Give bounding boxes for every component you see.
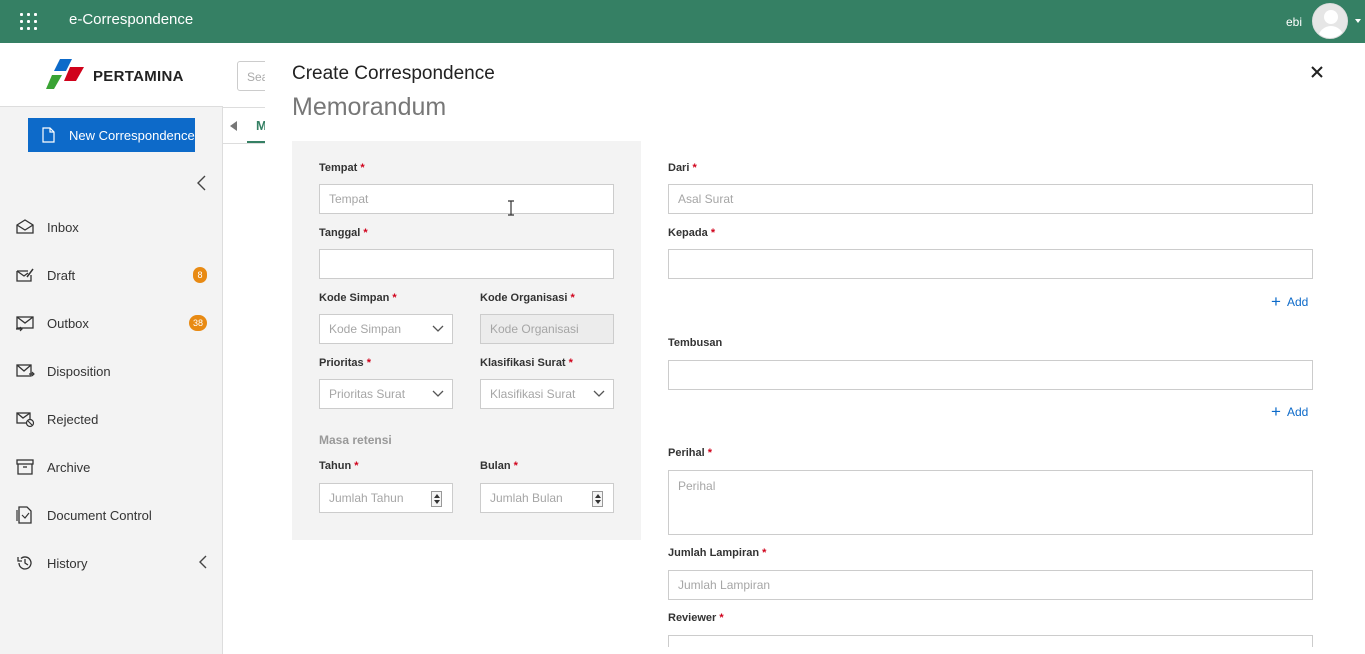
kode-simpan-select[interactable]: Kode Simpan xyxy=(319,314,453,344)
sidebar-item-draft[interactable]: Draft 8 xyxy=(0,251,223,299)
sidebar-item-label: History xyxy=(47,555,88,571)
app-launcher-icon[interactable] xyxy=(20,13,37,30)
kode-organisasi-label: Kode Organisasi * xyxy=(480,292,575,304)
caret-down-icon[interactable] xyxy=(1355,19,1361,23)
text-cursor-icon xyxy=(508,200,514,216)
kepada-label: Kepada * xyxy=(668,227,716,239)
sidebar-item-label: Inbox xyxy=(47,219,79,235)
new-correspondence-button[interactable]: New Correspondence xyxy=(28,118,195,152)
sidebar-item-disposition[interactable]: Disposition xyxy=(0,347,223,395)
tembusan-input[interactable] xyxy=(668,360,1313,390)
dari-input[interactable]: Asal Surat xyxy=(668,184,1313,214)
collapse-sidebar-icon[interactable] xyxy=(194,174,208,192)
sidebar-item-label: Draft xyxy=(47,267,76,283)
draft-icon xyxy=(16,268,34,282)
kode-organisasi-input: Kode Organisasi xyxy=(480,314,614,344)
tahun-placeholder: Jumlah Tahun xyxy=(329,491,404,505)
user-name[interactable]: ebi xyxy=(1286,15,1302,29)
bulan-placeholder: Jumlah Bulan xyxy=(490,491,563,505)
sidebar-item-rejected[interactable]: Rejected xyxy=(0,395,223,443)
create-correspondence-modal: Create Correspondence Memorandum Tempat … xyxy=(265,43,1365,654)
chevron-left-icon[interactable] xyxy=(198,554,208,570)
sidebar: PERTAMINA New Correspondence Inbox Draft… xyxy=(0,43,223,654)
kode-simpan-placeholder: Kode Simpan xyxy=(329,322,402,336)
klasifikasi-placeholder: Klasifikasi Surat xyxy=(490,387,576,401)
tempat-input[interactable]: Tempat xyxy=(319,184,614,214)
sidebar-item-label: Outbox xyxy=(47,315,89,331)
jumlah-lampiran-label: Jumlah Lampiran * xyxy=(668,547,767,559)
sidebar-item-inbox[interactable]: Inbox xyxy=(0,203,223,251)
chevron-down-icon xyxy=(593,390,605,397)
tanggal-input[interactable] xyxy=(319,249,614,279)
logo-text: PERTAMINA xyxy=(93,68,184,85)
bulan-input[interactable]: Jumlah Bulan xyxy=(480,483,614,513)
draft-count-badge: 8 xyxy=(193,267,207,283)
avatar[interactable] xyxy=(1312,3,1348,39)
plus-icon: + xyxy=(1271,402,1281,421)
app-title: e-Correspondence xyxy=(69,11,194,28)
sidebar-item-archive[interactable]: Archive xyxy=(0,443,223,491)
sidebar-item-history[interactable]: History xyxy=(0,539,223,587)
sidebar-item-label: Disposition xyxy=(47,363,111,379)
document-control-icon xyxy=(16,506,32,524)
modal-title: Create Correspondence xyxy=(292,63,495,84)
reviewer-input[interactable] xyxy=(668,635,1313,647)
archive-icon xyxy=(16,459,34,475)
rejected-icon xyxy=(16,412,35,428)
metadata-panel: Tempat * Tempat Tanggal * Kode Simpan * … xyxy=(292,141,641,540)
dari-label: Dari * xyxy=(668,162,697,174)
chevron-down-icon xyxy=(432,390,444,397)
klasifikasi-label: Klasifikasi Surat * xyxy=(480,357,573,369)
tembusan-label: Tembusan xyxy=(668,337,723,349)
kepada-input[interactable] xyxy=(668,249,1313,279)
tanggal-label: Tanggal * xyxy=(319,227,368,239)
sidebar-item-label: Archive xyxy=(47,459,91,475)
perihal-textarea[interactable]: Perihal xyxy=(668,470,1313,535)
tahun-label: Tahun * xyxy=(319,460,359,472)
sidebar-nav: Inbox Draft 8 Outbox 38 Disposition Reje… xyxy=(0,203,223,587)
sidebar-item-label: Document Control xyxy=(47,507,152,523)
logo-area: PERTAMINA xyxy=(0,43,223,107)
add-label: Add xyxy=(1286,295,1309,309)
perihal-label: Perihal * xyxy=(668,447,713,459)
jumlah-lampiran-input[interactable]: Jumlah Lampiran xyxy=(668,570,1313,600)
sidebar-item-label: Rejected xyxy=(47,411,99,427)
prioritas-placeholder: Prioritas Surat xyxy=(329,387,406,401)
modal-subtitle: Memorandum xyxy=(292,93,447,121)
prioritas-select[interactable]: Prioritas Surat xyxy=(319,379,453,409)
plus-icon: + xyxy=(1271,292,1281,311)
disposition-icon xyxy=(16,364,35,377)
sidebar-item-document-control[interactable]: Document Control xyxy=(0,491,223,539)
klasifikasi-select[interactable]: Klasifikasi Surat xyxy=(480,379,614,409)
new-correspondence-label: New Correspondence xyxy=(69,127,195,143)
reviewer-label: Reviewer * xyxy=(668,612,724,624)
masa-retensi-heading: Masa retensi xyxy=(319,433,392,447)
tahun-stepper[interactable] xyxy=(431,491,442,507)
new-document-icon xyxy=(42,127,55,143)
prioritas-label: Prioritas * xyxy=(319,357,371,369)
outbox-count-badge: 38 xyxy=(189,315,208,331)
add-label: Add xyxy=(1286,405,1309,419)
tab-scroll-left-icon[interactable] xyxy=(230,121,237,131)
kode-simpan-label: Kode Simpan * xyxy=(319,292,397,304)
history-icon xyxy=(17,556,32,570)
chevron-down-icon xyxy=(432,325,444,332)
close-icon[interactable] xyxy=(1310,65,1324,79)
pertamina-logo-icon xyxy=(46,59,84,89)
tempat-label: Tempat * xyxy=(319,162,365,174)
add-tembusan-button[interactable]: + Add xyxy=(1271,402,1309,421)
top-bar: e-Correspondence ebi xyxy=(0,0,1365,43)
tahun-input[interactable]: Jumlah Tahun xyxy=(319,483,453,513)
bulan-stepper[interactable] xyxy=(592,491,603,507)
outbox-icon xyxy=(16,316,34,332)
bulan-label: Bulan * xyxy=(480,460,518,472)
inbox-icon xyxy=(16,219,34,234)
sidebar-item-outbox[interactable]: Outbox 38 xyxy=(0,299,223,347)
add-kepada-button[interactable]: + Add xyxy=(1271,292,1309,311)
